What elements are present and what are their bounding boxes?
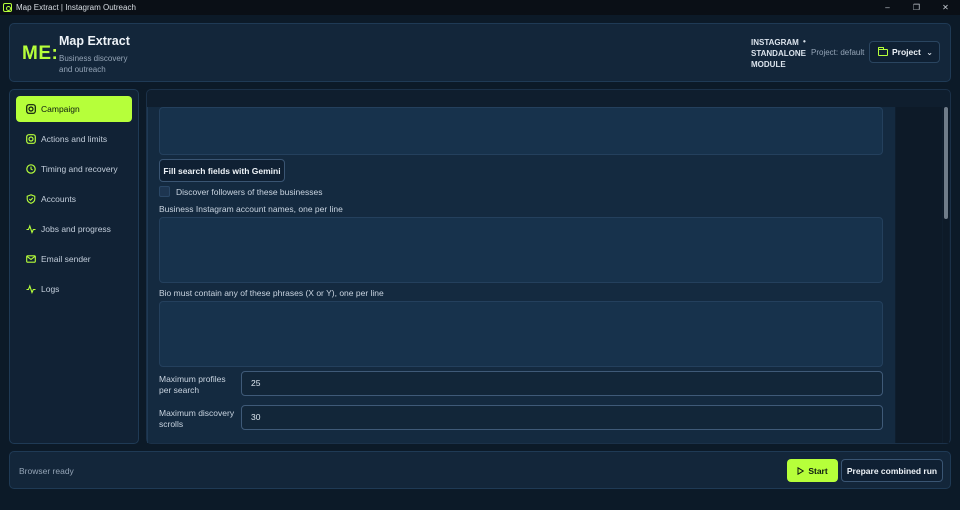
folder-icon [878, 46, 888, 56]
discover-followers-checkbox[interactable] [159, 186, 170, 197]
app-header: ME: Map Extract Business discovery and o… [9, 23, 951, 82]
discover-followers-row[interactable]: Discover followers of these businesses [159, 186, 322, 197]
account-names-label: Business Instagram account names, one pe… [159, 204, 343, 214]
sidebar: Campaign Actions and limits Timing and r… [9, 89, 139, 444]
sidebar-item-label: Timing and recovery [41, 164, 118, 174]
chevron-down-icon: ⌄ [926, 47, 933, 57]
sidebar-item-label: Campaign [41, 104, 80, 114]
app-subtitle: Business discovery and outreach [59, 54, 128, 74]
account-names-textarea[interactable] [159, 217, 883, 283]
prepare-combined-run-button[interactable]: Prepare combined run [841, 459, 943, 482]
window-titlebar: Map Extract | Instagram Outreach – ❐ ✕ [0, 0, 960, 15]
right-gutter [896, 107, 942, 443]
max-scrolls-input[interactable]: 30 [241, 405, 883, 430]
window-controls: – ❐ ✕ [873, 0, 960, 15]
sidebar-item-label: Actions and limits [41, 134, 108, 144]
separator-dot: • [803, 37, 806, 46]
sidebar-item-label: Accounts [41, 194, 76, 204]
module-label: INSTAGRAM STANDALONE MODULE [751, 38, 806, 69]
sidebar-item-timing[interactable]: Timing and recovery [16, 156, 132, 182]
project-button-label: Project [892, 47, 921, 57]
sidebar-item-label: Email sender [41, 254, 91, 264]
sidebar-item-jobs[interactable]: Jobs and progress [16, 216, 132, 242]
mail-icon [26, 254, 36, 264]
project-button[interactable]: Project ⌄ [869, 41, 940, 63]
sidebar-item-logs[interactable]: Logs [16, 276, 132, 302]
search-terms-textarea[interactable] [159, 107, 883, 155]
minimize-button[interactable]: – [873, 0, 902, 15]
scrollbar[interactable] [943, 107, 949, 443]
close-button[interactable]: ✕ [931, 0, 960, 15]
footer-bar: Browser ready Start Prepare combined run [9, 451, 951, 489]
app-title: Map Extract [59, 34, 130, 48]
instagram-icon [26, 104, 36, 114]
app-icon [3, 3, 12, 12]
start-button[interactable]: Start [787, 459, 838, 482]
scrollbar-thumb[interactable] [944, 107, 948, 219]
current-project-label: Project: default [811, 48, 865, 57]
play-icon [797, 466, 805, 475]
start-button-label: Start [808, 465, 828, 476]
sidebar-item-email[interactable]: Email sender [16, 246, 132, 272]
bio-phrases-label: Bio must contain any of these phrases (X… [159, 288, 384, 298]
activity-icon [26, 224, 36, 234]
instagram-icon [26, 134, 36, 144]
maximize-button[interactable]: ❐ [902, 0, 931, 15]
sidebar-item-accounts[interactable]: Accounts [16, 186, 132, 212]
sidebar-item-label: Jobs and progress [41, 224, 111, 234]
sidebar-item-actions[interactable]: Actions and limits [16, 126, 132, 152]
sidebar-item-campaign[interactable]: Campaign [16, 96, 132, 122]
max-profiles-input[interactable]: 25 [241, 371, 883, 396]
discover-followers-label: Discover followers of these businesses [176, 186, 323, 197]
status-text: Browser ready [19, 466, 74, 476]
max-scrolls-label: Maximum discovery scrolls [159, 408, 235, 429]
window-title: Map Extract | Instagram Outreach [16, 3, 136, 12]
bio-phrases-textarea[interactable] [159, 301, 883, 367]
fill-with-gemini-button[interactable]: Fill search fields with Gemini [159, 159, 285, 182]
activity-icon [26, 284, 36, 294]
shield-icon [26, 194, 36, 204]
logo: ME: [22, 43, 59, 64]
sidebar-item-label: Logs [41, 284, 60, 294]
max-profiles-label: Maximum profiles per search [159, 374, 226, 395]
clock-icon [26, 164, 36, 174]
